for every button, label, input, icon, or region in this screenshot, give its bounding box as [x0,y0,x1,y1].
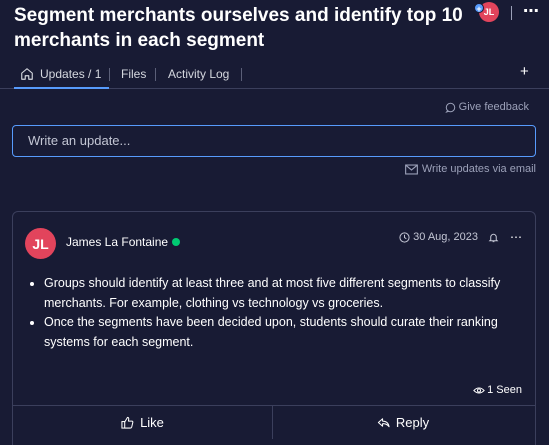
write-via-email-label: Write updates via email [421,163,536,175]
ellipsis-icon[interactable]: ⋯ [523,1,540,21]
subscriber-initials: JL [483,7,495,17]
author-name-text: James La Fontaine [66,235,169,249]
thumbs-up-icon [121,416,134,429]
tab-bar: Updates / 1 Files Activity Log + [0,60,549,89]
like-button[interactable]: Like [13,406,273,439]
tab-activity-log-label: Activity Log [168,67,230,81]
seen-indicator[interactable]: 1 Seen [473,384,522,396]
like-label: Like [140,415,164,430]
post-body: Groups should identify at least three an… [25,274,530,352]
author-name[interactable]: James La Fontaine [66,235,181,249]
reply-label: Reply [395,415,430,430]
update-panel: Segment merchants ourselves and identify… [0,0,549,445]
seen-count: 1 Seen [487,384,522,396]
tab-divider [109,68,110,81]
write-via-email-link[interactable]: Write updates via email [404,163,536,175]
give-feedback-link[interactable]: Give feedback [444,101,529,113]
tab-activity-log[interactable]: Activity Log [168,60,229,88]
reply-arrow-icon [377,418,390,428]
home-icon [21,68,33,80]
bullet-list: Groups should identify at least three an… [25,274,530,352]
header-divider [511,6,512,20]
eye-icon [473,386,485,394]
list-item: Groups should identify at least three an… [44,274,530,313]
tab-updates[interactable]: Updates / 1 [14,60,109,89]
write-update-input[interactable]: Write an update... [12,125,536,157]
envelope-icon [404,163,418,175]
give-feedback-label: Give feedback [458,101,529,113]
update-card: JL James La Fontaine 30 Aug, 2023 ⋯ Grou… [12,211,536,445]
avatar[interactable]: JL [25,228,56,259]
tab-files[interactable]: Files [121,60,146,88]
tab-updates-label: Updates / 1 [40,67,102,81]
post-actions: Like Reply [13,405,535,439]
tab-divider [241,68,242,81]
subscriber-avatar[interactable]: + JL [474,2,499,22]
avatar-initials: JL [32,235,49,252]
item-header: Segment merchants ourselves and identify… [0,0,549,60]
online-status-icon [172,238,181,246]
post-date: 30 Aug, 2023 [413,231,478,243]
tab-files-label: Files [121,67,147,81]
clock-icon [399,231,410,243]
post-options-icon[interactable]: ⋯ [510,230,523,244]
tab-divider [155,68,156,81]
add-subscriber-icon: + [474,3,484,14]
list-item: Once the segments have been decided upon… [44,313,530,352]
add-tab-button[interactable]: + [520,63,529,80]
bell-icon[interactable] [488,232,499,243]
post-meta: 30 Aug, 2023 ⋯ [399,230,523,244]
item-title[interactable]: Segment merchants ourselves and identify… [14,3,476,53]
chat-bubble-icon [444,102,455,113]
reply-button[interactable]: Reply [273,406,533,439]
